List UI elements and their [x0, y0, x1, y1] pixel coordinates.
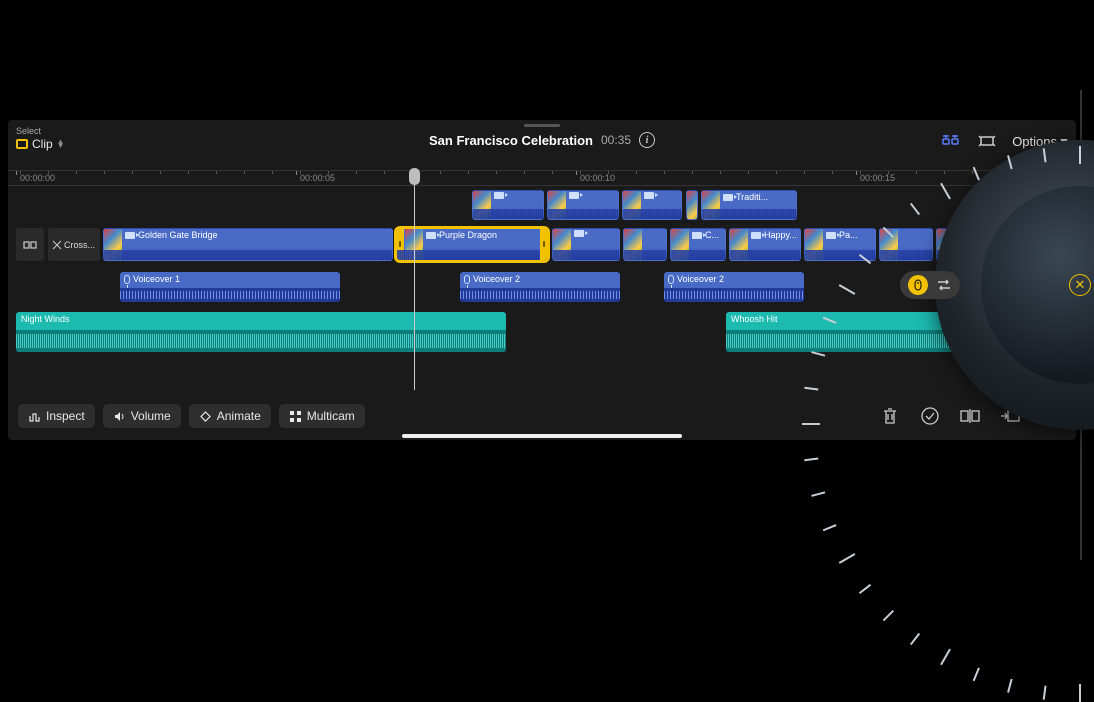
stepper-icon: ▲▼: [57, 140, 65, 148]
camera-icon: [125, 232, 135, 239]
audio-clip[interactable]: Whoosh Hit: [726, 312, 1076, 352]
camera-icon: [692, 232, 702, 239]
options-menu-button[interactable]: Options: [1012, 134, 1068, 149]
clip-label: C...: [705, 230, 719, 240]
inspect-button[interactable]: Inspect: [18, 404, 95, 428]
select-clip-icon: [16, 139, 28, 149]
playhead[interactable]: [414, 170, 415, 390]
info-icon[interactable]: i: [639, 132, 655, 148]
select-mode-control[interactable]: Select Clip ▲▼: [16, 126, 65, 151]
clip-label: Voiceover 2: [473, 274, 520, 284]
ruler-mark: 00:00:15: [860, 173, 895, 183]
enable-disable-button[interactable]: [914, 406, 946, 426]
audio-clip[interactable]: Night Winds: [16, 312, 506, 352]
transition-clip[interactable]: Cross...: [48, 228, 100, 261]
camera-icon: [751, 232, 761, 239]
video-clip-selected[interactable]: Purple Dragon: [396, 228, 548, 261]
video-clip[interactable]: [879, 228, 933, 261]
chevron-down-icon: [1060, 139, 1068, 144]
camera-icon: [569, 192, 579, 199]
video-clip[interactable]: Golden Gate Bridge: [103, 228, 393, 261]
multicam-label: Multicam: [307, 409, 355, 423]
split-clip-button[interactable]: [954, 407, 986, 425]
video-clip[interactable]: [552, 228, 620, 261]
home-indicator: [402, 434, 682, 438]
video-clip[interactable]: C...: [670, 228, 726, 261]
inspect-label: Inspect: [46, 409, 85, 423]
camera-icon: [494, 192, 504, 199]
microphone-icon: [464, 275, 470, 284]
jog-nudge-icon: [908, 275, 928, 295]
clip-label: Voiceover 1: [133, 274, 180, 284]
options-label: Options: [1012, 134, 1057, 149]
animate-label: Animate: [217, 409, 261, 423]
camera-icon: [826, 232, 836, 239]
video-clip[interactable]: [622, 190, 682, 220]
project-duration: 00:35: [601, 133, 631, 147]
timeline-ruler[interactable]: 00:00:00 00:00:05 00:00:10 00:00:15: [8, 170, 1076, 186]
jog-swap-icon: [936, 278, 952, 292]
clip-label: Pa...: [839, 230, 858, 240]
timeline-topbar: Select Clip ▲▼ San Francisco Celebration…: [8, 120, 1076, 164]
clip-label: Golden Gate Bridge: [138, 230, 218, 240]
video-clip[interactable]: [686, 190, 698, 220]
clip-label: Night Winds: [21, 314, 70, 324]
video-clip[interactable]: Pa...: [804, 228, 876, 261]
project-title: San Francisco Celebration: [429, 133, 593, 148]
playhead-knob-icon[interactable]: [409, 168, 420, 185]
ruler-mark: 00:00:05: [300, 173, 335, 183]
track-header-icon[interactable]: [16, 228, 44, 261]
camera-icon: [426, 232, 436, 239]
voiceover-clip[interactable]: Voiceover 1: [120, 272, 340, 302]
microphone-icon: [124, 275, 130, 284]
animate-button[interactable]: Animate: [189, 404, 271, 428]
camera-icon: [574, 230, 584, 237]
camera-icon: [644, 192, 654, 199]
clip-thumbnail: [687, 191, 698, 219]
voiceover-clip[interactable]: Voiceover 2: [460, 272, 620, 302]
transition-label: Cross...: [64, 240, 95, 250]
volume-label: Volume: [131, 409, 171, 423]
multicam-button[interactable]: Multicam: [279, 404, 365, 428]
insert-clip-button[interactable]: [994, 407, 1026, 425]
clip-label: Traditi...: [736, 192, 768, 202]
select-mode-value: Clip: [32, 137, 53, 151]
voiceover-clip[interactable]: Voiceover 2: [664, 272, 804, 302]
microphone-icon: [668, 275, 674, 284]
magnetic-timeline-icon[interactable]: [940, 130, 962, 152]
trim-handle-right[interactable]: [540, 229, 548, 260]
video-clip[interactable]: [623, 228, 667, 261]
video-clip[interactable]: [472, 190, 544, 220]
video-clip[interactable]: [936, 228, 982, 261]
timeline-bottombar: Inspect Volume Animate Multicam: [8, 398, 1076, 434]
ruler-mark: 00:00:00: [20, 173, 55, 183]
focus-timeline-icon[interactable]: [976, 130, 998, 152]
jog-close-button[interactable]: ✕: [1069, 274, 1091, 296]
clip-label: Voiceover 2: [677, 274, 724, 284]
camera-icon: [723, 194, 733, 201]
clip-label: Happy...: [764, 230, 797, 240]
jog-mode-pill[interactable]: [900, 271, 960, 299]
ruler-mark: 00:00:10: [580, 173, 615, 183]
select-mode-label: Select: [16, 126, 65, 136]
overwrite-clip-button[interactable]: [1034, 407, 1066, 425]
clip-label: Whoosh Hit: [731, 314, 778, 324]
project-title-group: San Francisco Celebration 00:35 i: [429, 132, 655, 148]
callout-divider: [1080, 90, 1082, 560]
volume-button[interactable]: Volume: [103, 404, 181, 428]
video-clip[interactable]: Traditi...: [701, 190, 797, 220]
delete-button[interactable]: [874, 406, 906, 426]
video-clip[interactable]: Happy...: [729, 228, 801, 261]
clip-label: Purple Dragon: [439, 230, 497, 240]
video-clip[interactable]: [547, 190, 619, 220]
